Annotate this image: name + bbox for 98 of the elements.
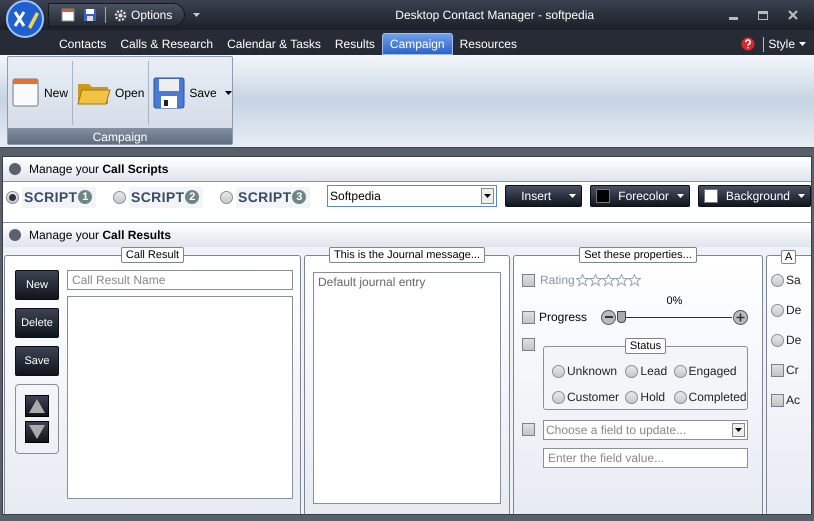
- option-label: Cr: [786, 362, 799, 379]
- options-button[interactable]: Options: [114, 6, 172, 24]
- caret-icon: [224, 90, 232, 94]
- status-option: Engaged: [688, 362, 737, 380]
- menu-tab[interactable]: Results: [328, 33, 382, 55]
- star-icon: [628, 274, 641, 286]
- move-down-button[interactable]: [25, 421, 49, 443]
- dark-button[interactable]: New: [15, 270, 59, 300]
- caret-icon: [193, 13, 200, 17]
- section-title: Manage your Call Results: [29, 227, 172, 244]
- checkbox[interactable]: [771, 394, 784, 406]
- radio-button[interactable]: [771, 274, 784, 286]
- menu-tab[interactable]: Contacts: [52, 33, 114, 55]
- checkbox[interactable]: [522, 274, 535, 286]
- caret-icon: [484, 194, 492, 198]
- menu-tab[interactable]: Calls & Research: [113, 33, 220, 55]
- move-up-button[interactable]: [25, 395, 49, 417]
- maximize-icon[interactable]: [758, 10, 768, 20]
- close-icon[interactable]: [788, 10, 798, 20]
- rating-label: Rating: [540, 272, 575, 289]
- field-select[interactable]: Choose a field to update...: [543, 420, 748, 440]
- plus-icon[interactable]: [733, 310, 748, 324]
- dark-button[interactable]: Delete: [15, 308, 59, 338]
- radio-button[interactable]: [552, 364, 565, 378]
- group-title: Call Result: [120, 247, 184, 263]
- radio-button[interactable]: [220, 190, 234, 204]
- caret-icon: [676, 194, 684, 198]
- ribbon-button[interactable]: Open: [73, 57, 148, 128]
- checkbox[interactable]: [522, 338, 535, 351]
- progress-slider-thumb[interactable]: [617, 311, 626, 323]
- bullet-icon: [9, 229, 21, 241]
- menu-tab[interactable]: Resources: [452, 33, 524, 55]
- section-title: Manage your Call Scripts: [29, 161, 168, 178]
- caret-icon: [735, 428, 742, 432]
- radio-button[interactable]: [625, 390, 638, 404]
- up-arrow-icon: [29, 399, 45, 413]
- script-combo-box[interactable]: Softpedia: [327, 185, 498, 207]
- group-title: A: [781, 250, 796, 264]
- radio-button[interactable]: [771, 304, 784, 316]
- script-label[interactable]: SCRIPT 1: [22, 186, 96, 208]
- caret-icon: [798, 194, 805, 198]
- minus-icon[interactable]: [601, 310, 616, 324]
- status-option: Lead: [640, 362, 668, 380]
- radio-button[interactable]: [552, 390, 565, 404]
- status-option: Customer: [567, 388, 620, 406]
- checkbox[interactable]: [522, 423, 535, 436]
- menu-tab[interactable]: Campaign: [382, 33, 453, 55]
- style-menu[interactable]: Style: [768, 35, 806, 53]
- group-title: Set these properties...: [579, 247, 697, 263]
- checkbox[interactable]: [771, 364, 784, 376]
- dark-button[interactable]: Save: [15, 346, 59, 376]
- status-option: Hold: [640, 388, 666, 406]
- radio-button[interactable]: [625, 364, 638, 378]
- star-icon: [576, 274, 589, 286]
- radio-button[interactable]: [674, 390, 687, 404]
- status-option: Unknown: [567, 362, 618, 380]
- color-swatch: [596, 189, 610, 203]
- gear-icon: [114, 8, 127, 22]
- radio-button[interactable]: [6, 190, 19, 204]
- option-label: De: [786, 302, 802, 319]
- ribbon-button[interactable]: New: [8, 57, 72, 128]
- save-icon[interactable]: [83, 8, 97, 22]
- format-button[interactable]: Forecolor: [590, 185, 690, 207]
- progress-reading: 0%: [666, 295, 682, 308]
- caret-icon: [569, 194, 576, 198]
- color-swatch: [704, 189, 718, 203]
- caret-icon: [799, 42, 806, 46]
- radio-button[interactable]: [674, 364, 687, 378]
- option-label: De: [786, 332, 802, 349]
- radio-button[interactable]: [113, 190, 126, 204]
- group-title: Status: [624, 338, 666, 354]
- ribbon-group-label: Campaign: [8, 128, 232, 144]
- down-arrow-icon: [29, 425, 45, 439]
- star-rating[interactable]: [576, 274, 641, 286]
- option-label: Ac: [786, 392, 800, 409]
- window-title: Desktop Contact Manager - softpedia: [394, 7, 596, 24]
- help-icon[interactable]: [741, 37, 756, 51]
- format-button[interactable]: Insert: [505, 185, 582, 207]
- menu-tab[interactable]: Calendar & Tasks: [220, 33, 328, 55]
- option-label: Sa: [786, 272, 801, 289]
- status-option: Completed: [688, 388, 747, 406]
- ribbon-button[interactable]: Save: [149, 57, 236, 128]
- checkbox[interactable]: [522, 310, 535, 324]
- field-value-input[interactable]: Enter the field value...: [543, 448, 748, 468]
- bullet-icon: [9, 163, 21, 175]
- star-icon: [588, 274, 602, 286]
- group-title: This is the Journal message...: [328, 247, 486, 263]
- script-label[interactable]: SCRIPT 2: [129, 186, 204, 208]
- document-icon: [12, 78, 40, 108]
- calendar-icon[interactable]: [61, 8, 75, 22]
- script-label[interactable]: SCRIPT 3: [236, 186, 310, 208]
- journal-text-area[interactable]: Default journal entry: [313, 272, 501, 504]
- star-icon: [602, 274, 615, 286]
- call-result-name-field[interactable]: Call Result Name: [67, 270, 293, 290]
- format-button[interactable]: Background: [698, 185, 811, 207]
- progress-label: Progress: [539, 309, 588, 326]
- star-icon: [614, 274, 628, 286]
- radio-button[interactable]: [771, 334, 784, 346]
